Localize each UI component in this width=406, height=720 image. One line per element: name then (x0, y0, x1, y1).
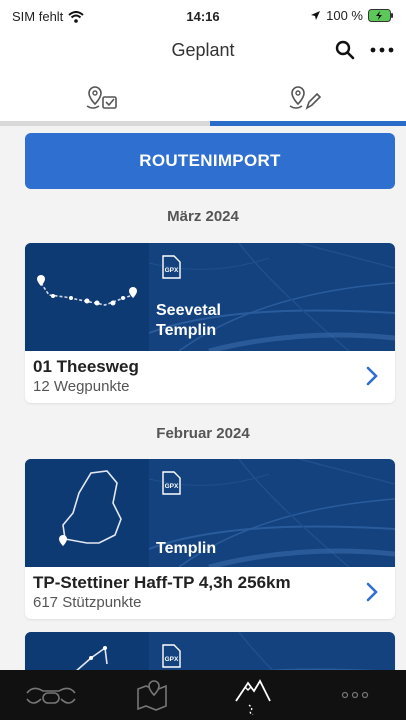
route-info: 01 Theesweg 12 Wegpunkte (25, 351, 395, 403)
battery-charging-icon (368, 9, 393, 22)
route-tabs (0, 72, 406, 126)
route-edit-icon (289, 86, 321, 110)
status-right: 100 % (310, 8, 394, 23)
search-icon[interactable] (333, 38, 357, 62)
tab-more[interactable] (303, 670, 406, 720)
mountain-route-icon (234, 679, 271, 715)
status-bar: SIM fehlt 14:16 100 % (0, 0, 406, 32)
route-line (37, 275, 137, 306)
nav-bar: Geplant (0, 32, 406, 72)
gpx-file-icon: GPX (162, 471, 181, 495)
route-import-label: ROUTENIMPORT (139, 151, 281, 170)
map-icon (136, 680, 167, 711)
gpx-label: GPX (165, 483, 179, 490)
route-waypoints: 12 Wegpunkte (33, 378, 130, 395)
route-info: TP-Stettiner Haff-TP 4,3h 256km 617 Stüt… (25, 567, 395, 619)
location-arrow-icon (311, 11, 321, 20)
section-header-februar: Februar 2024 (156, 425, 250, 442)
route-card[interactable]: GPX Templin TP-Stettiner Haff-TP 4,3h 25… (25, 459, 395, 619)
motorcycle-icon (25, 687, 76, 704)
tab-map[interactable] (101, 670, 202, 720)
tab-planned-routes[interactable] (203, 72, 406, 126)
more-icon (341, 691, 368, 699)
gpx-label: GPX (165, 267, 179, 274)
route-card[interactable]: GPX Seevetal Templin 01 Theesweg 12 Wegp… (25, 243, 395, 403)
gpx-file-icon: GPX (162, 255, 181, 279)
route-endpoints: Seevetal Templin (156, 301, 221, 341)
route-map-preview (25, 243, 149, 351)
tab-routes[interactable] (202, 670, 303, 720)
route-name: 01 Theesweg (33, 357, 139, 376)
route-checked-icon (86, 86, 117, 109)
route-banner: GPX Templin (25, 459, 395, 567)
route-import-button[interactable]: ROUTENIMPORT (25, 133, 395, 189)
route-endpoints: Templin (156, 539, 216, 559)
chevron-right-icon[interactable] (365, 365, 379, 387)
gpx-label: GPX (165, 656, 179, 663)
tab-completed-routes[interactable] (0, 72, 203, 126)
tab-indicator-inactive (0, 121, 210, 126)
section-header-maerz: März 2024 (167, 208, 239, 225)
route-line (59, 470, 122, 546)
bottom-tab-bar (0, 670, 406, 720)
battery-percent: 100 % (326, 8, 363, 23)
route-banner: GPX Seevetal Templin (25, 243, 395, 351)
tab-bike[interactable] (0, 670, 101, 720)
tab-indicator-active (210, 121, 406, 126)
chevron-right-icon[interactable] (365, 581, 379, 603)
route-start: Seevetal (156, 302, 221, 319)
more-options-icon[interactable] (368, 38, 396, 62)
route-name: TP-Stettiner Haff-TP 4,3h 256km (33, 573, 291, 592)
route-end: Templin (156, 540, 217, 557)
route-map-preview (25, 459, 149, 567)
gpx-file-icon: GPX (162, 644, 181, 668)
route-end: Templin (156, 322, 217, 339)
route-waypoints: 617 Stützpunkte (33, 594, 142, 611)
